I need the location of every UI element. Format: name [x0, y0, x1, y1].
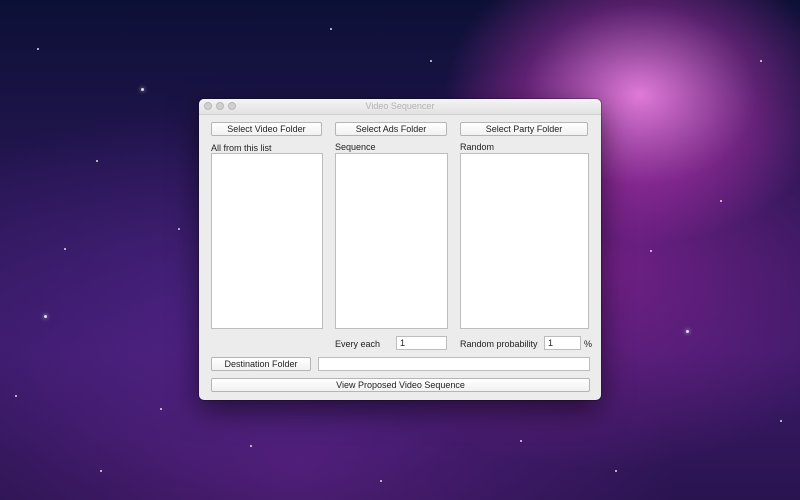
window-title: Video Sequencer: [365, 101, 435, 111]
select-video-folder-button[interactable]: Select Video Folder: [211, 122, 322, 136]
ads-list-label: Sequence: [335, 142, 376, 152]
random-probability-label: Random probability: [460, 339, 538, 349]
select-party-folder-button[interactable]: Select Party Folder: [460, 122, 588, 136]
title-bar[interactable]: Video Sequencer: [199, 99, 601, 115]
app-window: Video Sequencer Select Video Folder Sele…: [199, 99, 601, 400]
ads-sequence-list[interactable]: [335, 153, 448, 329]
party-list-label: Random: [460, 142, 495, 152]
view-proposed-sequence-button[interactable]: View Proposed Video Sequence: [211, 378, 590, 392]
percent-label: %: [584, 339, 593, 349]
every-each-label: Every each: [335, 339, 381, 349]
destination-path-field[interactable]: [318, 357, 590, 371]
video-list-label: All from this list: [211, 143, 272, 153]
video-list[interactable]: [211, 153, 323, 329]
every-each-input[interactable]: 1: [396, 336, 447, 350]
destination-folder-button[interactable]: Destination Folder: [211, 357, 311, 371]
select-ads-folder-button[interactable]: Select Ads Folder: [335, 122, 447, 136]
party-random-list[interactable]: [460, 153, 589, 329]
random-probability-input[interactable]: 1: [544, 336, 581, 350]
